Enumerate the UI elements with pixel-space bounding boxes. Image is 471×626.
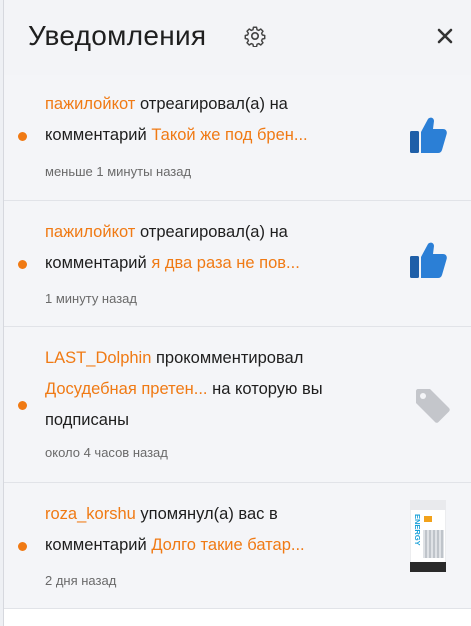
timestamp: меньше 1 минуты назад <box>45 164 192 179</box>
notification-text: roza_korshu упомянул(а) вас в комментари… <box>45 499 365 561</box>
thumbs-up-icon <box>410 242 447 278</box>
action-text: отреагировал(а) на <box>135 223 288 241</box>
gear-icon[interactable] <box>244 25 266 47</box>
panel-header: Уведомления <box>4 0 471 75</box>
user-link[interactable]: roza_korshu <box>45 505 136 523</box>
unread-dot <box>18 132 27 141</box>
user-link[interactable]: пажилойкот <box>45 223 135 241</box>
thumbs-up-icon <box>410 117 447 153</box>
unread-dot <box>18 401 27 410</box>
timestamp: около 4 часов назад <box>45 445 168 460</box>
notification-item[interactable]: пажилойкот отреагировал(а) на комментари… <box>4 75 471 201</box>
action-text: на которую вы <box>207 380 323 398</box>
unread-dot <box>18 542 27 551</box>
action-text: отреагировал(а) на <box>135 95 288 113</box>
timestamp: 2 дня назад <box>45 573 117 588</box>
notification-text: пажилойкот отреагировал(а) на комментари… <box>45 217 365 279</box>
notification-list: пажилойкот отреагировал(а) на комментари… <box>4 75 471 626</box>
action-text: упомянул(а) вас в <box>135 505 278 523</box>
notification-item[interactable]: roza_korshu упомянул(а) вас в комментари… <box>4 483 471 609</box>
unread-dot <box>18 260 27 269</box>
notification-item[interactable]: пажилойкот отреагировал(а) на комментари… <box>4 201 471 327</box>
user-link[interactable]: пажилойкот <box>45 95 135 113</box>
page-title: Уведомления <box>28 20 207 51</box>
user-link[interactable]: LAST_Dolphin <box>45 349 151 367</box>
timestamp: 1 минуту назад <box>45 291 137 306</box>
comment-link[interactable]: Такой же под брен... <box>151 126 307 144</box>
product-thumbnail: ENERGY <box>410 500 446 572</box>
brand-text: ENERGY <box>413 514 422 546</box>
action-text: прокомментировал <box>151 349 304 367</box>
action-text: подписаны <box>45 411 129 429</box>
action-text: комментарий <box>45 536 152 554</box>
action-text: комментарий <box>45 254 152 272</box>
notifications-panel: Уведомления пажилойкот отреагировал(а) н… <box>3 0 471 626</box>
comment-link[interactable]: я два раза не пов... <box>151 254 299 272</box>
notification-item[interactable]: LAST_Dolphin прокомментировал Досудебная… <box>4 327 471 483</box>
close-icon[interactable] <box>433 24 457 48</box>
tag-icon <box>416 389 450 423</box>
action-text: комментарий <box>45 126 152 144</box>
notification-text: LAST_Dolphin прокомментировал Досудебная… <box>45 343 365 436</box>
notification-text: пажилойкот отреагировал(а) на комментари… <box>45 89 365 151</box>
comment-link[interactable]: Долго такие батар... <box>151 536 304 554</box>
post-link[interactable]: Досудебная претен... <box>45 380 208 398</box>
